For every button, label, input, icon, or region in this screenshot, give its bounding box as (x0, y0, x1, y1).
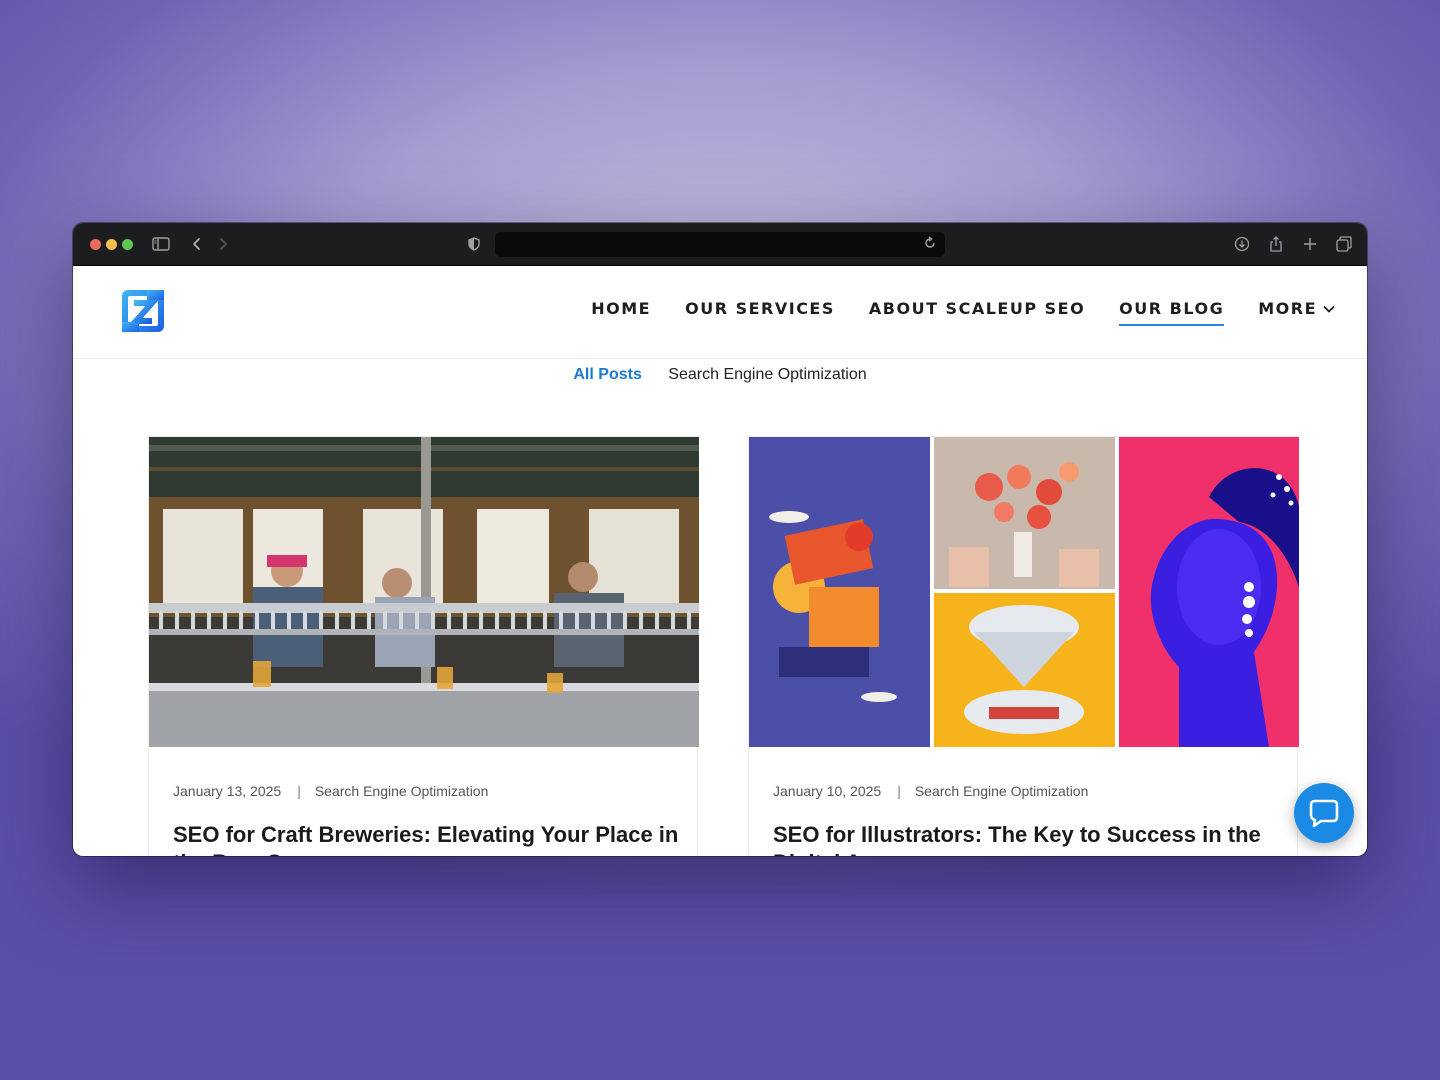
nav-about-scaleup-seo[interactable]: ABOUT SCALEUP SEO (869, 299, 1085, 326)
blog-post-card[interactable]: January 10, 2025 | Search Engine Optimizat… (748, 436, 1299, 856)
post-category-filters: All Posts Search Engine Optimization (73, 366, 1367, 384)
forward-icon[interactable] (214, 235, 232, 253)
chevron-down-icon (1323, 305, 1335, 313)
tabs-overview-icon[interactable] (1335, 235, 1353, 253)
filter-all-posts[interactable]: All Posts (573, 366, 641, 383)
post-date: January 10, 2025 (773, 783, 882, 799)
post-meta: January 13, 2025 | Search Engine Optimizat… (173, 783, 488, 799)
blog-post-card[interactable]: January 13, 2025 | Search Engine Optimizat… (148, 436, 699, 856)
sidebar-icon[interactable] (152, 235, 170, 253)
browser-toolbar (73, 223, 1367, 266)
nav-home[interactable]: HOME (591, 299, 651, 326)
chat-bubble-icon (1309, 799, 1339, 828)
nav-more[interactable]: MORE (1258, 299, 1335, 326)
zoom-window-button[interactable] (122, 239, 133, 250)
nav-more-label: MORE (1258, 299, 1317, 318)
post-meta: January 10, 2025 | Search Engine Optimizat… (773, 783, 1088, 799)
new-tab-icon[interactable] (1301, 235, 1319, 253)
post-category[interactable]: Search Engine Optimization (315, 783, 489, 799)
meta-separator: | (297, 783, 301, 799)
post-category[interactable]: Search Engine Optimization (915, 783, 1089, 799)
reload-icon[interactable] (923, 236, 939, 252)
main-nav: HOME OUR SERVICES ABOUT SCALEUP SEO OUR … (557, 299, 1335, 326)
post-date: January 13, 2025 (173, 783, 282, 799)
chat-widget-button[interactable] (1294, 783, 1354, 843)
post-title[interactable]: SEO for Craft Breweries: Elevating Your … (173, 821, 683, 856)
nav-our-services[interactable]: OUR SERVICES (685, 299, 835, 326)
site-header: HOME OUR SERVICES ABOUT SCALEUP SEO OUR … (73, 266, 1367, 359)
browser-window: HOME OUR SERVICES ABOUT SCALEUP SEO OUR … (73, 223, 1367, 856)
back-icon[interactable] (188, 235, 206, 253)
scaleup-seo-logo[interactable] (119, 287, 167, 335)
download-icon[interactable] (1233, 235, 1251, 253)
minimize-window-button[interactable] (106, 239, 117, 250)
illustration-collage[interactable] (749, 437, 1299, 747)
close-window-button[interactable] (90, 239, 101, 250)
post-title[interactable]: SEO for Illustrators: The Key to Success… (773, 821, 1283, 856)
address-bar[interactable] (495, 232, 945, 257)
shield-icon[interactable] (465, 235, 483, 253)
filter-search-engine-optimization[interactable]: Search Engine Optimization (668, 366, 866, 383)
brewery-taps-photo[interactable] (149, 437, 699, 747)
share-icon[interactable] (1267, 235, 1285, 253)
nav-our-blog[interactable]: OUR BLOG (1119, 299, 1225, 326)
meta-separator: | (897, 783, 901, 799)
